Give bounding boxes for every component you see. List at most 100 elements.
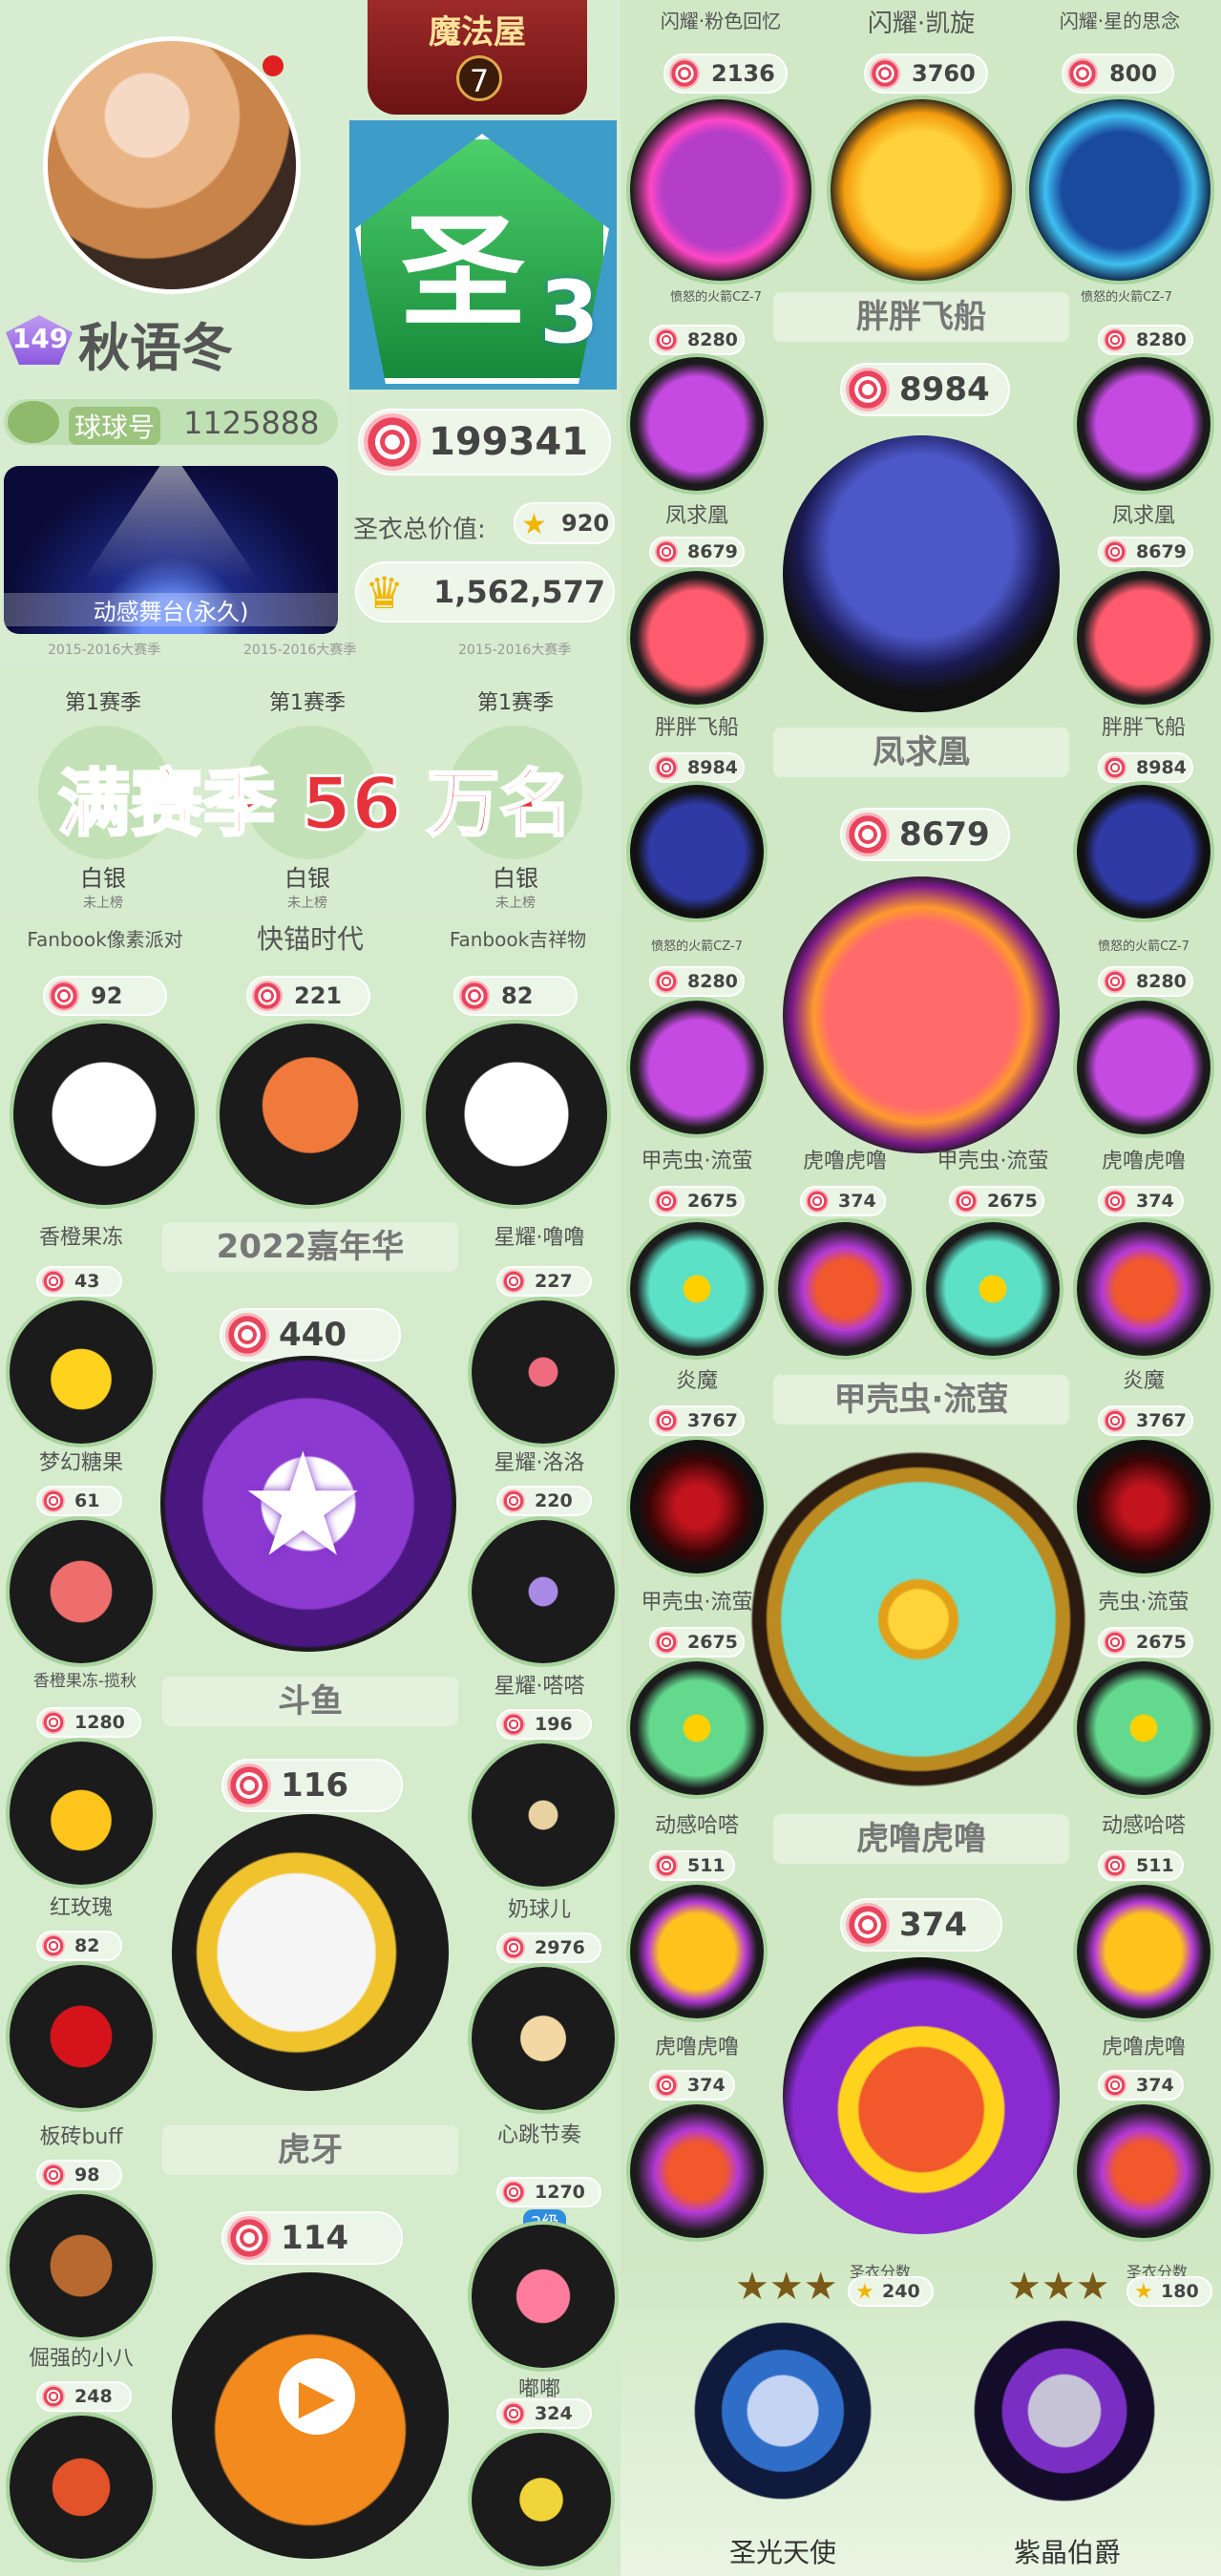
star-lulu-ball[interactable] [472,1300,615,1444]
pink-memory-ball[interactable] [630,99,811,281]
item-count: 1270 [535,2182,585,2203]
item-count-pill: 98 [36,2160,122,2190]
item-count: 8280 [687,329,738,350]
item-count: 374 [687,2075,726,2096]
item-name: 虎噜虎噜 [1101,1150,1186,1173]
item-name: 动感哈嗒 [654,1814,739,1838]
item-count-pill: 2675 [649,1627,745,1658]
rocket-small-ball[interactable] [1077,785,1210,918]
tiger-small-ball[interactable] [1077,2104,1210,2238]
item-name: 甲壳虫·流萤 [641,1150,753,1173]
tiger-small-ball[interactable] [778,1222,912,1356]
carnival-title: 2022嘉年华 [162,1222,458,1272]
saint-num: 3 [539,263,600,363]
crab-ball[interactable] [10,2416,153,2559]
flame-demon-ball[interactable] [630,1440,764,1573]
saint-char: 圣 [401,200,526,345]
tier-sub: 未上榜 [495,896,536,911]
pixel-cat-ball[interactable] [13,1024,195,1205]
item-name: 虎噜虎噜 [802,1150,887,1173]
brick-ball[interactable] [10,2194,153,2337]
item-name: 胖胖飞船 [654,716,739,740]
candy-ball[interactable] [10,1520,153,1663]
item-name: 胖胖飞船 [1101,716,1186,740]
tiger-small-ball[interactable] [1077,1222,1210,1356]
douyu-shark-ball[interactable] [172,1814,449,2091]
item-count: 2976 [535,1937,585,1958]
clover-ball[interactable] [1077,1661,1210,1795]
phoenix-small-ball[interactable] [630,357,764,491]
fat-spaceship-ball[interactable] [783,435,1060,712]
tiger-hulu-ball[interactable] [783,1957,1060,2234]
item-count-pill: 2136 [663,53,788,94]
ship-small-ball[interactable] [630,571,764,705]
beetle-small-ball[interactable] [926,1222,1060,1356]
anchor-ball[interactable] [220,1024,401,1205]
item-count: 324 [535,2403,573,2424]
id-label: 球球号 [69,407,161,445]
huya-count: 114 [281,2219,348,2257]
item-count-pill: 196 [496,1709,592,1740]
item-count: 2136 [711,60,775,87]
tiger-yellow-ball[interactable] [1077,1885,1210,2018]
lollipop-icon [806,1190,829,1213]
lollipop-icon [655,970,678,993]
season-3-tier: 白银 未上榜 [439,859,592,912]
tiger-small-ball[interactable] [630,2104,764,2238]
item-name: 动感哈嗒 [1101,1814,1186,1838]
item-count-pill: 324 [496,2398,592,2429]
beetle-small-ball[interactable] [630,1222,764,1356]
tiger-yellow-ball[interactable] [630,1885,764,2018]
flame-demon-ball[interactable] [1077,1440,1210,1573]
rose-ball[interactable] [10,1965,153,2108]
item-count-pill: 3760 [864,53,988,94]
item-name: 快锚时代 [256,923,364,955]
lollipop-icon [1104,2074,1126,2097]
beetle-firefly-ball[interactable] [747,1447,1090,1791]
lollipop-icon [669,58,700,89]
item-name: 星耀·嗒嗒 [494,1675,585,1699]
id-icon [8,401,59,443]
item-count-pill: 8280 [649,966,745,997]
item-count-pill: 1270 [496,2177,601,2207]
star-thought-ball[interactable] [1029,99,1210,281]
amethyst-duke-armor[interactable] [945,2301,1184,2521]
season-3-label: 第1赛季 [477,691,554,715]
huya-count-pill: 114 [221,2211,403,2265]
item-count-pill: 2675 [1098,1627,1193,1658]
triumph-ball[interactable] [831,99,1012,281]
item-name: 愤怒的火箭CZ-7 [1098,940,1189,954]
item-count: 511 [687,1855,726,1876]
ship-count: 8984 [899,370,990,409]
lollipop-icon [502,2402,525,2425]
stage-card[interactable]: 动感舞台(永久) [4,466,338,634]
milk-ball[interactable] [472,1967,615,2110]
carnival-count-pill: 440 [220,1308,401,1362]
orange-jelly-ball[interactable] [10,1300,153,1444]
mascot-ball[interactable] [426,1024,607,1205]
holy-angel-name: 圣光天使 [728,2537,836,2568]
heartbeat-ball[interactable] [472,2225,615,2368]
lollipop-icon [502,1713,525,1736]
douyu-count-pill: 116 [221,1759,403,1812]
ship-small-ball[interactable] [1077,571,1210,705]
stage-label: 动感舞台(永久) [4,593,338,626]
phoenix-small-ball[interactable] [1077,357,1210,491]
star-icon: ★ [1134,2280,1153,2304]
clover-ball[interactable] [630,1661,764,1795]
phoenix-small-ball[interactable] [630,1001,764,1134]
star-luoluo-ball[interactable] [472,1520,615,1663]
season-2-label: 第1赛季 [269,691,346,715]
phoenix-small-ball[interactable] [1077,1001,1210,1134]
orange-jelly-autumn-ball[interactable] [10,1742,153,1885]
lollipop-icon [364,413,421,471]
crown-icon: ♛ [365,567,405,619]
holy-angel-armor[interactable] [668,2301,897,2521]
star-dada-ball[interactable] [472,1743,615,1887]
item-count-pill: 2675 [649,1186,745,1216]
car-ball[interactable] [472,2433,611,2566]
phoenix-ball[interactable] [783,876,1060,1153]
avatar[interactable] [43,36,301,294]
rocket-small-ball[interactable] [630,785,764,918]
tiger-title: 虎噜虎噜 [773,1814,1069,1864]
